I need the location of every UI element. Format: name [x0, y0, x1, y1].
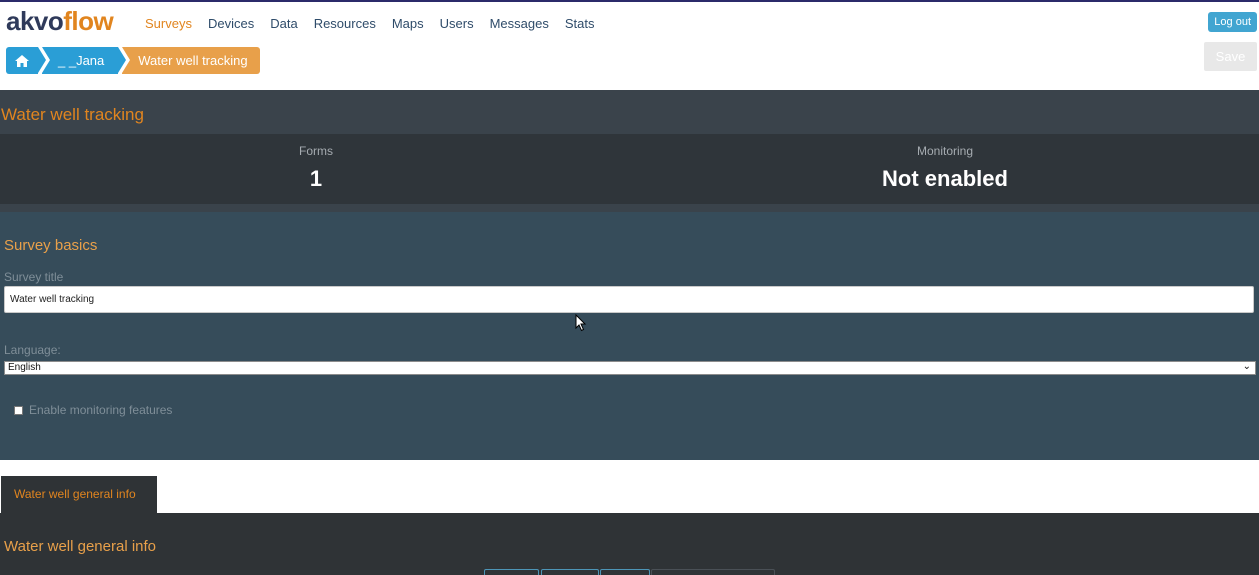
main-nav: Surveys Devices Data Resources Maps User… — [145, 16, 594, 31]
home-icon — [15, 55, 29, 67]
nav-item-data[interactable]: Data — [270, 16, 297, 31]
form-panel: Water well general info — [0, 513, 1259, 575]
monitoring-checkbox[interactable] — [14, 405, 23, 415]
toolbar-button-4[interactable] — [651, 569, 775, 575]
form-tabs: Water well general info — [0, 460, 1259, 513]
survey-basics-heading: Survey basics — [4, 237, 98, 254]
breadcrumb-current[interactable]: Water well tracking — [122, 47, 260, 74]
nav-item-surveys[interactable]: Surveys — [145, 16, 192, 31]
mouse-cursor-icon — [575, 314, 587, 332]
monitoring-stat: Monitoring Not enabled — [845, 144, 1045, 192]
form-section-heading: Water well general info — [4, 538, 157, 555]
top-navigation-bar: akvoflow Surveys Devices Data Resources … — [0, 2, 1259, 90]
breadcrumb-home[interactable] — [6, 47, 46, 74]
akvoflow-logo[interactable]: akvoflow — [6, 6, 114, 37]
forms-stat: Forms 1 — [216, 144, 416, 192]
breadcrumb-folder[interactable]: _ _Jana — [42, 47, 127, 74]
nav-item-resources[interactable]: Resources — [314, 16, 376, 31]
monitoring-checkbox-row: Enable monitoring features — [14, 403, 172, 417]
survey-title-label: Survey title — [4, 270, 64, 284]
breadcrumb: _ _Jana Water well tracking — [6, 47, 264, 74]
language-select-value: English — [8, 362, 41, 373]
nav-item-messages[interactable]: Messages — [490, 16, 549, 31]
forms-stat-value: 1 — [309, 166, 323, 191]
toolbar-button-2[interactable] — [541, 569, 599, 575]
chevron-down-icon: ⌄ — [1242, 361, 1251, 372]
toolbar-button-1[interactable] — [484, 569, 539, 575]
nav-item-users[interactable]: Users — [440, 16, 474, 31]
tab-water-well-general-info[interactable]: Water well general info — [1, 476, 157, 513]
logout-button[interactable]: Log out — [1208, 12, 1257, 32]
nav-item-maps[interactable]: Maps — [392, 16, 424, 31]
survey-stats: Forms 1 Monitoring Not enabled — [0, 134, 1259, 204]
language-select[interactable]: English ⌄ — [4, 361, 1256, 375]
forms-stat-label: Forms — [299, 144, 333, 158]
divider — [0, 204, 1259, 212]
nav-item-stats[interactable]: Stats — [565, 16, 595, 31]
save-button[interactable]: Save — [1204, 42, 1257, 71]
monitoring-stat-label: Monitoring — [916, 144, 974, 158]
survey-header: Water well tracking — [0, 90, 1259, 134]
monitoring-stat-value: Not enabled — [882, 166, 1008, 191]
survey-basics-panel: Survey basics Survey title Water well tr… — [0, 212, 1259, 460]
survey-title-input[interactable]: Water well tracking — [4, 286, 1254, 313]
monitoring-checkbox-label[interactable]: Enable monitoring features — [29, 403, 172, 417]
survey-title: Water well tracking — [1, 105, 144, 124]
nav-item-devices[interactable]: Devices — [208, 16, 254, 31]
language-label: Language: — [4, 343, 61, 357]
toolbar-button-3[interactable] — [600, 569, 650, 575]
